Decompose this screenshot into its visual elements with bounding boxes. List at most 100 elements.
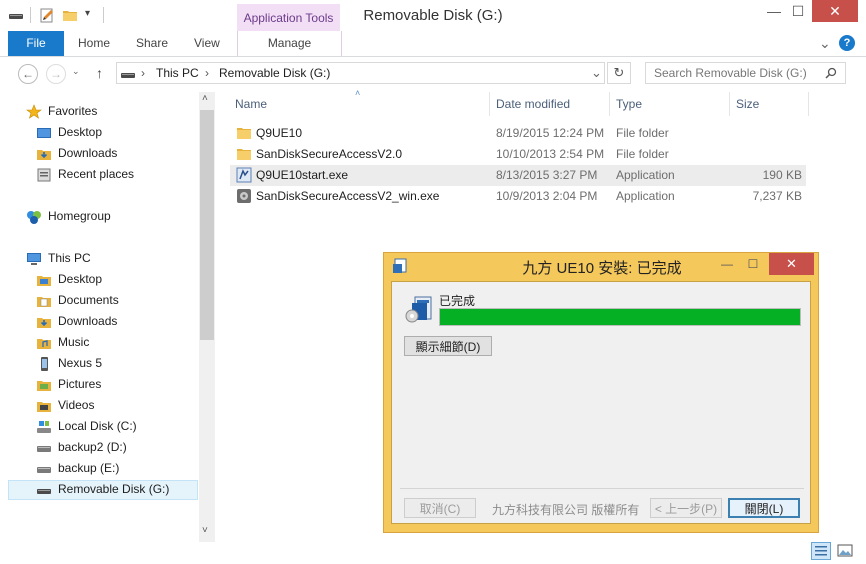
- star-icon: [26, 103, 42, 119]
- nav-label: Downloads: [58, 146, 118, 160]
- column-divider[interactable]: [489, 92, 490, 116]
- nav-pc-desktop[interactable]: Desktop: [36, 269, 102, 290]
- nav-pc-downloads[interactable]: Downloads: [36, 311, 117, 332]
- copyright-text: 九方科技有限公司 版權所有: [492, 503, 640, 517]
- file-size: 7,237 KB: [752, 189, 802, 203]
- nav-fav-recent-places[interactable]: Recent places: [36, 164, 134, 185]
- nav-pc-documents[interactable]: Documents: [36, 290, 119, 311]
- downloads-icon: [37, 149, 51, 160]
- tab-manage[interactable]: Manage: [237, 31, 342, 56]
- tab-view[interactable]: View: [194, 31, 220, 56]
- cancel-button[interactable]: 取消(C): [404, 498, 476, 518]
- system-drive-icon: [37, 420, 51, 433]
- column-header-size[interactable]: Size: [736, 97, 759, 115]
- maximize-button[interactable]: ☐: [783, 0, 813, 22]
- close-button[interactable]: ✕: [812, 0, 858, 22]
- progress-bar: [439, 308, 801, 326]
- search-icon[interactable]: [825, 67, 837, 79]
- nav-label: backup2 (D:): [58, 440, 127, 454]
- nav-pc-videos[interactable]: Videos: [36, 395, 94, 416]
- breadcrumb-removable-disk[interactable]: Removable Disk (G:): [219, 66, 330, 80]
- back-button[interactable]: < 上一步(P): [650, 498, 722, 518]
- window-title: Removable Disk (G:): [363, 7, 503, 24]
- show-details-button[interactable]: 顯示細節(D): [404, 336, 492, 356]
- nav-pc-pictures[interactable]: Pictures: [36, 374, 101, 395]
- tab-share[interactable]: Share: [136, 31, 168, 56]
- recent-locations-icon[interactable]: ⌄: [72, 66, 80, 77]
- nav-pc-music[interactable]: Music: [36, 332, 89, 353]
- app-icon: [237, 189, 251, 203]
- breadcrumb-this-pc[interactable]: This PC: [156, 66, 199, 80]
- nav-label: Desktop: [58, 125, 103, 139]
- nav-pc-nexus-5[interactable]: Nexus 5: [36, 353, 102, 374]
- drive-icon: [121, 73, 135, 78]
- nav-fav-desktop[interactable]: Desktop: [36, 122, 102, 143]
- file-row[interactable]: SanDiskSecureAccessV2_win.exe 10/9/2013 …: [230, 186, 806, 207]
- removable-drive-icon: [37, 488, 51, 494]
- dialog-maximize-button[interactable]: ☐: [740, 253, 766, 275]
- column-divider[interactable]: [729, 92, 730, 116]
- column-divider[interactable]: [609, 92, 610, 116]
- large-icons-view-icon: [837, 544, 853, 557]
- computer-icon: [27, 252, 41, 265]
- tab-home[interactable]: Home: [78, 31, 110, 56]
- drive-icon: [37, 445, 51, 452]
- navigation-pane: Favorites Desktop Downloads Recent place…: [8, 92, 213, 542]
- nav-pc-local-disk-c[interactable]: Local Disk (C:): [36, 416, 137, 437]
- file-type: Application: [616, 168, 675, 182]
- nav-fav-downloads[interactable]: Downloads: [36, 143, 117, 164]
- column-header-type[interactable]: Type: [616, 97, 642, 115]
- dialog-divider: [400, 488, 804, 489]
- dialog-minimize-button[interactable]: —: [714, 253, 740, 275]
- address-bar[interactable]: › This PC › Removable Disk (G:) ⌄: [116, 62, 605, 84]
- back-button[interactable]: ←: [18, 64, 38, 84]
- documents-icon: [37, 296, 51, 307]
- file-name: Q9UE10start.exe: [256, 168, 349, 182]
- tab-file[interactable]: File: [8, 31, 64, 56]
- column-header-name[interactable]: Name: [235, 97, 267, 115]
- nav-label: Homegroup: [48, 209, 111, 223]
- refresh-button[interactable]: ↻: [607, 62, 631, 84]
- nav-label: Downloads: [58, 314, 118, 328]
- homegroup-icon: [27, 210, 41, 224]
- up-button[interactable]: ↑: [96, 65, 103, 81]
- nav-pc-backup-e[interactable]: backup (E:): [36, 458, 119, 479]
- dialog-close-button[interactable]: ✕: [769, 253, 814, 275]
- details-view-button[interactable]: [811, 542, 831, 560]
- nav-pc-removable-disk-g[interactable]: Removable Disk (G:): [36, 479, 169, 500]
- file-name: SanDiskSecureAccessV2.0: [256, 147, 403, 161]
- nav-label: Favorites: [48, 104, 98, 118]
- ribbon-expand-icon[interactable]: ⌄: [819, 35, 831, 52]
- nav-pc-backup2-d[interactable]: backup2 (D:): [36, 437, 127, 458]
- title-bar: ▾ Application Tools Removable Disk (G:) …: [0, 0, 866, 31]
- nav-this-pc[interactable]: This PC: [26, 248, 91, 269]
- folder-icon: [237, 128, 251, 139]
- nav-favorites[interactable]: Favorites: [26, 101, 97, 122]
- nav-label: Music: [58, 335, 90, 349]
- column-header-date[interactable]: Date modified: [496, 97, 570, 115]
- finish-close-button[interactable]: 關閉(L): [728, 498, 800, 518]
- dialog-body: 已完成 顯示細節(D) 取消(C) 九方科技有限公司 版權所有 < 上一步(P)…: [391, 281, 811, 524]
- file-row[interactable]: Q9UE10 8/19/2015 12:24 PM File folder: [230, 123, 806, 144]
- file-row[interactable]: Q9UE10start.exe 8/13/2015 3:27 PM Applic…: [230, 165, 806, 186]
- music-icon: [37, 338, 51, 349]
- app-icon: [236, 167, 252, 183]
- file-date: 10/10/2013 2:54 PM: [496, 147, 605, 161]
- breadcrumb-separator: ›: [205, 66, 209, 80]
- file-row[interactable]: SanDiskSecureAccessV2.0 10/10/2013 2:54 …: [230, 144, 806, 165]
- help-icon[interactable]: ?: [839, 35, 855, 51]
- address-dropdown-icon[interactable]: ⌄: [591, 65, 602, 81]
- file-name: Q9UE10: [256, 126, 303, 140]
- scroll-down-icon[interactable]: ˅: [202, 525, 208, 536]
- drive-icon: [37, 466, 51, 473]
- scroll-up-icon[interactable]: ˄: [202, 93, 208, 104]
- forward-button[interactable]: →: [46, 64, 66, 84]
- search-input[interactable]: Search Removable Disk (G:): [645, 62, 846, 84]
- recent-places-icon: [37, 168, 51, 181]
- nav-homegroup[interactable]: Homegroup: [26, 206, 111, 227]
- ribbon-tabs: File Home Share View Manage ⌄ ?: [0, 31, 866, 57]
- nav-label: Local Disk (C:): [58, 419, 137, 433]
- large-icons-view-button[interactable]: [835, 542, 855, 560]
- nav-scroll-thumb[interactable]: [200, 110, 214, 340]
- column-divider[interactable]: [808, 92, 809, 116]
